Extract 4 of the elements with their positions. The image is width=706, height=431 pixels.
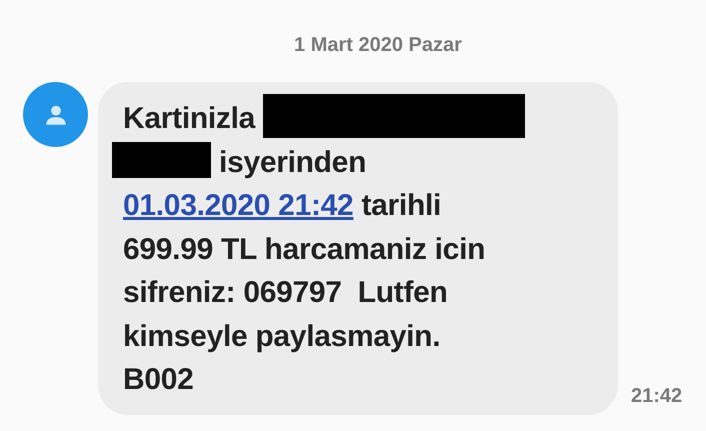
date-link[interactable]: 01.03.2020 21:42 xyxy=(123,189,354,222)
date-header: 1 Mart 2020 Pazar xyxy=(294,33,462,58)
message-time: 21:42 xyxy=(631,384,682,409)
message-text: Kartinizla isyerinden 01.03.2020 21:42 tarihli 699.99 TL harcamaniz icin sifreniz: 069797 Lutfen kimseyle paylasmayin. B002 xyxy=(123,94,618,402)
